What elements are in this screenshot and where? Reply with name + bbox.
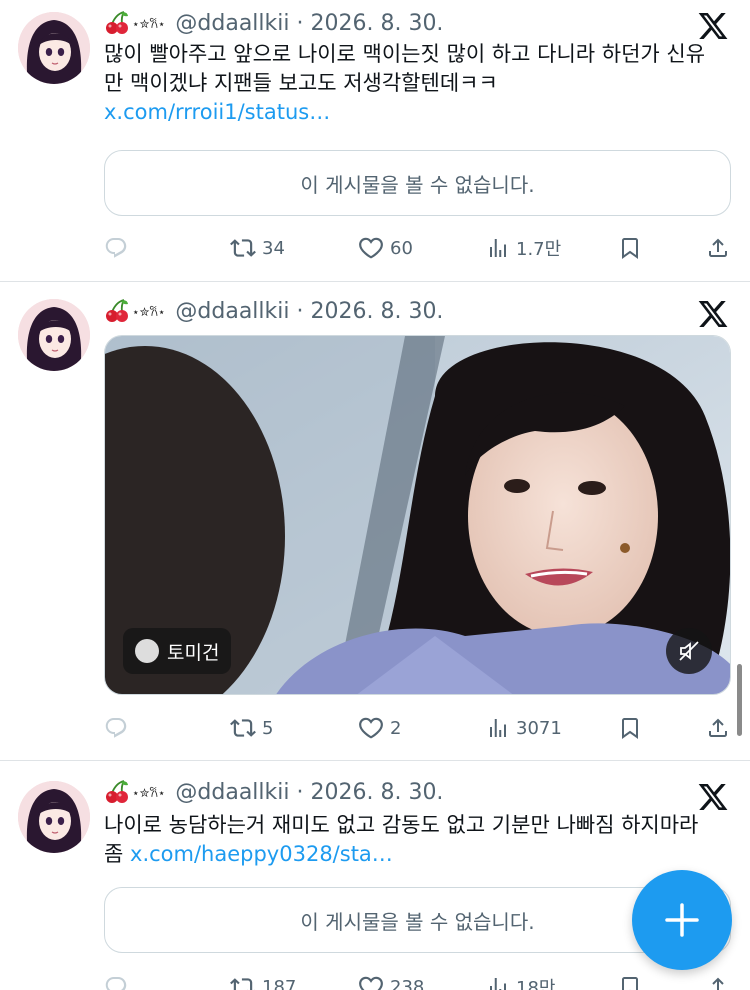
heart-icon [358,974,384,990]
views-icon [486,236,510,260]
x-logo-icon[interactable] [696,298,730,330]
user-handle[interactable]: @ddaallkii [175,11,289,36]
reply-icon [104,975,128,990]
views-button[interactable]: 1.7만 [486,233,561,263]
like-count: 2 [390,717,402,739]
reply-icon [104,716,128,740]
share-icon [706,975,730,990]
star-decoration-icon: ⋆✮𐙚⋆ [132,16,166,31]
views-icon [486,975,510,990]
share-icon [706,236,730,260]
unavailable-post-card[interactable]: 이 게시물을 볼 수 없습니다. [104,150,731,216]
like-button[interactable]: 2 [358,713,401,743]
plus-icon [665,903,699,937]
tweet-1[interactable]: ⋆✮𐙚⋆ @ddaallkii · 2026. 8. 30. 많이 빨아주고 앞… [0,0,750,281]
retweet-button[interactable]: 5 [230,713,273,743]
display-name-emoji[interactable]: ⋆✮𐙚⋆ [104,779,165,805]
tweet-2[interactable]: ⋆✮𐙚⋆ @ddaallkii · 2026. 8. 30. 토미건 5 2 3… [0,282,750,760]
user-handle[interactable]: @ddaallkii [175,299,289,324]
share-button[interactable] [706,233,730,263]
share-button[interactable] [706,713,730,743]
retweet-button[interactable]: 34 [230,233,285,263]
tweet-body: 많이 빨아주고 앞으로 나이로 맥이는짓 많이 하고 다니라 하던가 신유만 맥… [104,42,706,95]
x-logo-icon[interactable] [696,10,730,42]
bookmark-button[interactable] [618,713,642,743]
avatar[interactable] [18,12,90,84]
bookmark-icon [618,236,642,260]
display-name-emoji[interactable]: ⋆✮𐙚⋆ [104,298,165,324]
star-decoration-icon: ⋆✮𐙚⋆ [132,304,166,319]
action-bar: 34 60 1.7만 [104,233,734,263]
x-logo-icon[interactable] [696,781,730,813]
tweet-date[interactable]: 2026. 8. 30. [310,780,443,805]
star-decoration-icon: ⋆✮𐙚⋆ [132,785,166,800]
view-count: 1.7만 [516,239,562,260]
tweet-header: ⋆✮𐙚⋆ @ddaallkii · 2026. 8. 30. [104,296,443,326]
bookmark-icon [618,716,642,740]
video-source-tag[interactable]: 토미건 [123,628,232,674]
separator-dot: · [289,10,311,36]
avatar[interactable] [18,299,90,371]
retweet-button[interactable]: 187 [230,972,296,990]
reply-button[interactable] [104,972,128,990]
heart-icon [358,715,384,741]
unavailable-post-text: 이 게시물을 볼 수 없습니다. [300,172,535,197]
views-icon [486,716,510,740]
share-button[interactable] [706,972,730,990]
retweet-count: 187 [262,976,297,990]
video-source-label: 토미건 [167,641,220,664]
like-button[interactable]: 60 [358,233,413,263]
tweet-date[interactable]: 2026. 8. 30. [310,299,443,324]
cherry-icon [104,298,130,324]
video-player[interactable]: 토미건 [104,335,731,695]
bookmark-button[interactable] [618,972,642,990]
cherry-icon [104,779,130,805]
like-count: 238 [390,976,425,990]
views-button[interactable]: 18만 [486,972,555,990]
user-handle[interactable]: @ddaallkii [175,780,289,805]
retweet-icon [230,715,256,741]
like-count: 60 [390,237,413,259]
retweet-icon [230,235,256,261]
retweet-icon [230,974,256,990]
tweet-link[interactable]: x.com/haeppy0328/sta… [130,842,393,866]
retweet-count: 5 [262,717,274,739]
like-button[interactable]: 238 [358,972,424,990]
tweet-header: ⋆✮𐙚⋆ @ddaallkii · 2026. 8. 30. [104,777,443,807]
views-button[interactable]: 3071 [486,713,562,743]
view-count: 3071 [516,717,562,739]
display-name-emoji[interactable]: ⋆✮𐙚⋆ [104,10,165,36]
mute-button[interactable] [666,628,712,674]
tweet-link[interactable]: x.com/rrroii1/status… [104,100,330,124]
separator-dot: · [289,298,311,324]
retweet-count: 34 [262,237,285,259]
reply-icon [104,236,128,260]
tweet-text: 나이로 농담하는거 재미도 없고 감동도 없고 기분만 나빠짐 하지마라 좀 x… [104,811,724,869]
heart-icon [358,235,384,261]
tweet-date[interactable]: 2026. 8. 30. [310,11,443,36]
reply-button[interactable] [104,713,128,743]
tweet-3[interactable]: ⋆✮𐙚⋆ @ddaallkii · 2026. 8. 30. 나이로 농담하는거… [0,761,750,990]
action-bar: 187 238 18만 [104,972,734,990]
reply-button[interactable] [104,233,128,263]
view-count: 18만 [516,978,556,990]
separator-dot: · [289,779,311,805]
avatar-small-icon [135,639,159,663]
unavailable-post-text: 이 게시물을 볼 수 없습니다. [300,909,535,934]
speaker-muted-icon [679,641,699,661]
bookmark-button[interactable] [618,233,642,263]
avatar[interactable] [18,781,90,853]
share-icon [706,716,730,740]
compose-button[interactable] [632,870,732,970]
tweet-header: ⋆✮𐙚⋆ @ddaallkii · 2026. 8. 30. [104,8,443,38]
bookmark-icon [618,975,642,990]
scrollbar[interactable] [737,664,742,736]
cherry-icon [104,10,130,36]
action-bar: 5 2 3071 [104,713,734,743]
tweet-text: 많이 빨아주고 앞으로 나이로 맥이는짓 많이 하고 다니라 하던가 신유만 맥… [104,40,724,127]
